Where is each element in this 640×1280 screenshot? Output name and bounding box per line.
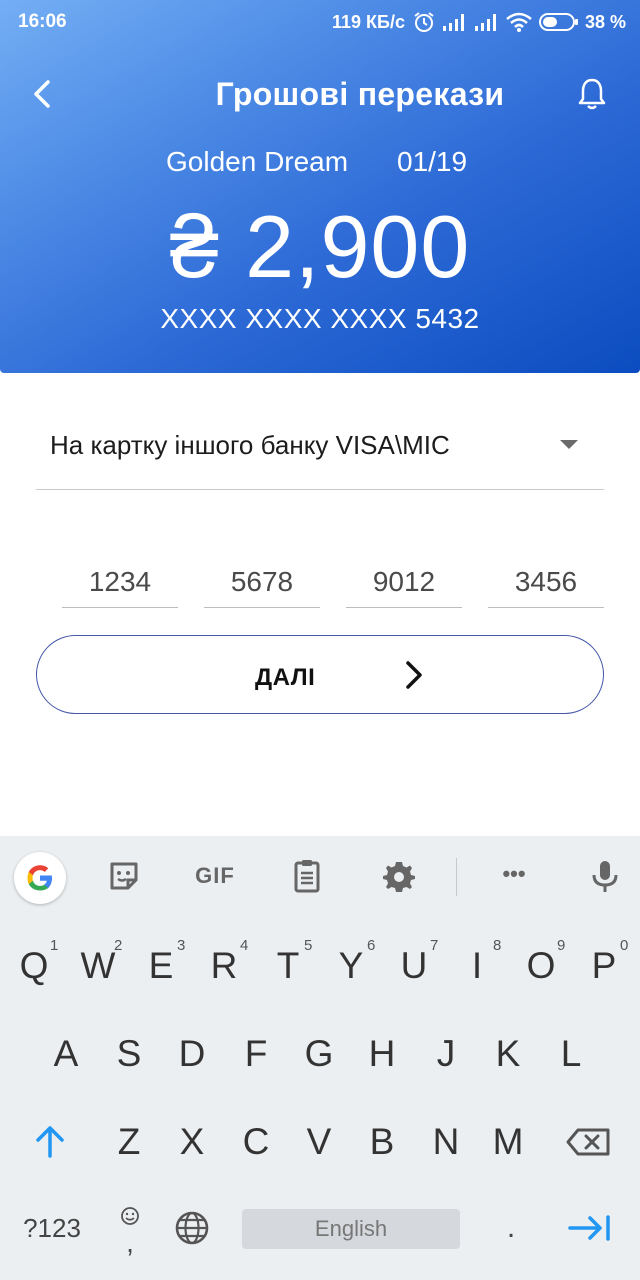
key-c[interactable]: C bbox=[226, 1102, 286, 1182]
more-icon[interactable]: ••• bbox=[492, 854, 536, 898]
status-icons: 119 КБ/с 38 % bbox=[332, 10, 626, 34]
keyboard-toolbar: GIF ••• bbox=[0, 836, 640, 918]
key-hint: 7 bbox=[430, 937, 439, 954]
comma-emoji-key[interactable]: , bbox=[108, 1188, 152, 1268]
keyboard: GIF ••• 1 Q 2 W 3 E 4 R 5 T 6 Y 7 U 8 I … bbox=[0, 836, 640, 1280]
backspace-key[interactable] bbox=[560, 1102, 620, 1182]
key-b[interactable]: B bbox=[352, 1102, 412, 1182]
key-hint: 6 bbox=[367, 937, 376, 954]
key-w[interactable]: 2 W bbox=[68, 926, 128, 1006]
dropdown-arrow-icon bbox=[560, 440, 578, 449]
key-j[interactable]: J bbox=[416, 1014, 476, 1094]
bell-icon[interactable] bbox=[576, 76, 608, 112]
card-number: XXXX XXXX XXXX 5432 bbox=[160, 303, 480, 334]
signal-icon bbox=[474, 14, 496, 31]
tab-next-icon bbox=[568, 1215, 610, 1241]
key-o[interactable]: 9 O bbox=[511, 926, 571, 1006]
key-m[interactable]: M bbox=[478, 1102, 538, 1182]
status-bar: 16:06 119 КБ/с 38 % bbox=[0, 0, 640, 44]
card-number-field-1[interactable] bbox=[62, 556, 178, 608]
key-z[interactable]: Z bbox=[99, 1102, 159, 1182]
status-time: 16:06 bbox=[18, 11, 67, 32]
google-icon[interactable] bbox=[14, 852, 66, 904]
enter-key[interactable] bbox=[560, 1188, 620, 1268]
card-name: Golden Dream bbox=[166, 146, 349, 177]
key-hint: 3 bbox=[177, 937, 186, 954]
network-speed: 119 КБ/с bbox=[331, 11, 405, 32]
microphone-icon[interactable] bbox=[583, 854, 627, 898]
key-k[interactable]: K bbox=[478, 1014, 538, 1094]
key-g[interactable]: G bbox=[289, 1014, 349, 1094]
key-h[interactable]: H bbox=[352, 1014, 412, 1094]
key-t[interactable]: 5 T bbox=[258, 926, 318, 1006]
card-balance: ₴ 2,900 bbox=[169, 197, 471, 296]
key-hint: 5 bbox=[304, 937, 313, 954]
shift-arrow-icon bbox=[36, 1126, 64, 1158]
signal-icon bbox=[442, 14, 464, 31]
key-v[interactable]: V bbox=[289, 1102, 349, 1182]
next-button[interactable]: ДАЛІ bbox=[36, 635, 604, 714]
key-e[interactable]: 3 E bbox=[131, 926, 191, 1006]
key-hint: 1 bbox=[50, 937, 59, 954]
key-s[interactable]: S bbox=[99, 1014, 159, 1094]
key-hint: 8 bbox=[493, 937, 502, 954]
key-hint: 0 bbox=[620, 937, 629, 954]
toolbar-divider bbox=[456, 858, 457, 896]
key-hint: 2 bbox=[114, 937, 123, 954]
key-l[interactable]: L bbox=[541, 1014, 601, 1094]
next-button-label: ДАЛІ bbox=[255, 664, 316, 691]
key-n[interactable]: N bbox=[416, 1102, 476, 1182]
wifi-icon bbox=[506, 12, 532, 32]
key-u[interactable]: 7 U bbox=[384, 926, 444, 1006]
symbols-key[interactable]: ?123 bbox=[12, 1188, 92, 1268]
alarm-icon bbox=[414, 12, 434, 32]
backspace-icon bbox=[566, 1128, 610, 1156]
chevron-right-icon bbox=[406, 661, 422, 689]
card-number-field-2[interactable] bbox=[204, 556, 320, 608]
transfer-type-value: На картку іншого банку VISA\MIC bbox=[50, 430, 450, 460]
back-arrow-icon[interactable] bbox=[28, 76, 58, 112]
key-f[interactable]: F bbox=[226, 1014, 286, 1094]
transfer-type-dropdown[interactable]: На картку іншого банку VISA\MIC bbox=[36, 410, 604, 490]
key-y[interactable]: 6 Y bbox=[321, 926, 381, 1006]
key-d[interactable]: D bbox=[162, 1014, 222, 1094]
comma-label: , bbox=[126, 1227, 134, 1258]
language-key[interactable] bbox=[166, 1188, 218, 1268]
key-i[interactable]: 8 I bbox=[447, 926, 507, 1006]
emoji-icon bbox=[121, 1207, 139, 1225]
shift-key[interactable] bbox=[20, 1102, 80, 1182]
card-number-field-3[interactable] bbox=[346, 556, 462, 608]
period-key[interactable]: . bbox=[496, 1188, 526, 1268]
card-header: 16:06 119 КБ/с 38 % Грошові перекази Gol… bbox=[0, 0, 640, 373]
clipboard-icon[interactable] bbox=[285, 854, 329, 898]
page-title: Грошові перекази bbox=[215, 76, 505, 112]
battery-icon bbox=[538, 13, 578, 31]
key-r[interactable]: 4 R bbox=[194, 926, 254, 1006]
key-hint: 4 bbox=[240, 937, 249, 954]
sticker-icon[interactable] bbox=[102, 854, 146, 898]
globe-icon bbox=[175, 1211, 209, 1245]
key-p[interactable]: 0 P bbox=[574, 926, 634, 1006]
key-a[interactable]: A bbox=[36, 1014, 96, 1094]
card-expiry: 01/19 bbox=[397, 146, 468, 177]
key-x[interactable]: X bbox=[162, 1102, 222, 1182]
space-key[interactable]: English bbox=[242, 1209, 460, 1249]
gif-icon[interactable]: GIF bbox=[190, 854, 240, 898]
battery-percent: 38 % bbox=[584, 11, 626, 32]
key-q[interactable]: 1 Q bbox=[4, 926, 64, 1006]
settings-icon[interactable] bbox=[377, 854, 421, 898]
key-hint: 9 bbox=[557, 937, 566, 954]
card-number-field-4[interactable] bbox=[488, 556, 604, 608]
